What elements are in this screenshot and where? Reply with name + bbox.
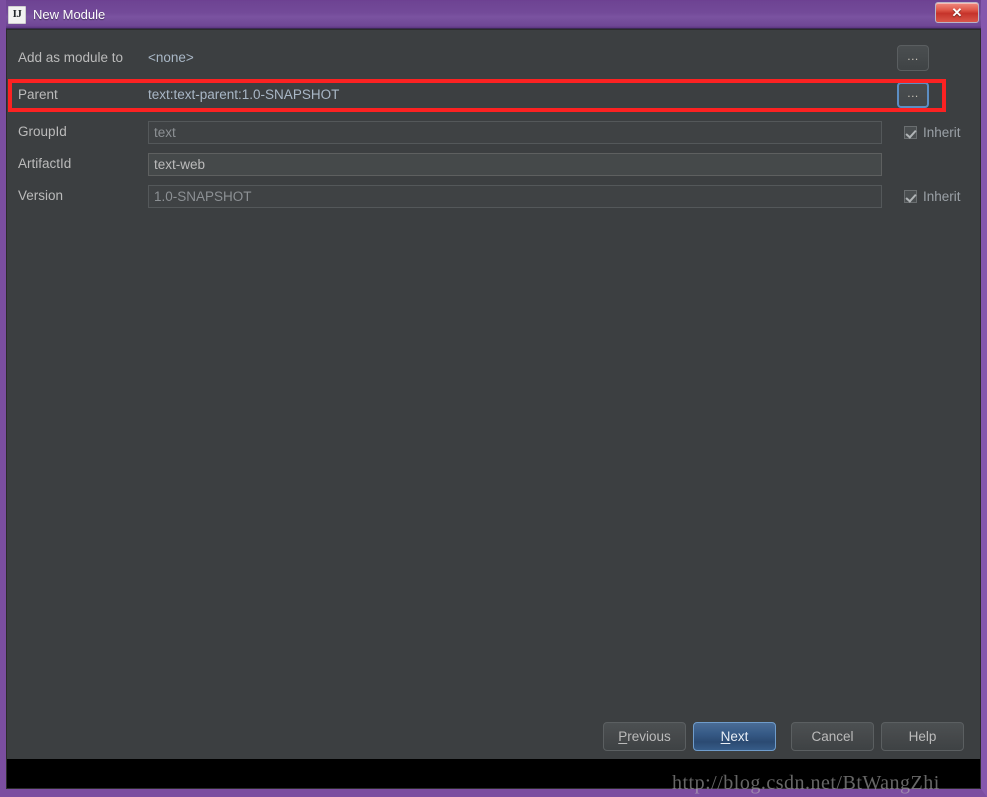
parent-value: text:text-parent:1.0-SNAPSHOT (148, 87, 340, 102)
next-button[interactable]: Next (693, 722, 776, 751)
group-id-row: GroupId text Inherit (7, 116, 980, 148)
parent-label: Parent (18, 87, 58, 102)
previous-button-label: Previous (618, 729, 671, 744)
previous-button[interactable]: Previous (603, 722, 686, 751)
dialog-content: Add as module to <none> ... Parent text:… (7, 30, 980, 759)
cancel-button[interactable]: Cancel (791, 722, 874, 751)
add-as-module-chooser-button[interactable]: ... (897, 45, 929, 71)
artifact-id-row: ArtifactId text-web (7, 148, 980, 180)
group-id-label: GroupId (18, 124, 67, 139)
version-inherit-checkbox[interactable] (904, 189, 917, 203)
version-input[interactable]: 1.0-SNAPSHOT (148, 185, 882, 208)
version-row: Version 1.0-SNAPSHOT Inherit (7, 180, 980, 212)
help-button[interactable]: Help (881, 722, 964, 751)
add-as-module-row: Add as module to <none> ... (7, 42, 980, 74)
ellipsis-icon: ... (907, 85, 919, 100)
parent-row: Parent text:text-parent:1.0-SNAPSHOT ... (7, 79, 980, 111)
next-button-label: Next (720, 729, 749, 744)
ellipsis-icon: ... (907, 48, 919, 63)
dialog-button-bar: Previous Next Cancel Help (7, 722, 980, 759)
window-title: New Module (33, 7, 106, 22)
version-inherit-group[interactable]: Inherit (904, 180, 961, 212)
add-as-module-label: Add as module to (18, 50, 124, 65)
watermark-text: http://blog.csdn.net/BtWangZhi (672, 772, 940, 794)
group-id-input[interactable]: text (148, 121, 882, 144)
cancel-button-label: Cancel (811, 729, 854, 744)
artifact-id-input[interactable]: text-web (148, 153, 882, 176)
parent-chooser-button[interactable]: ... (897, 82, 929, 108)
title-bar-left-group: IJ New Module (8, 0, 105, 29)
group-id-inherit-group[interactable]: Inherit (904, 116, 961, 148)
artifact-id-label: ArtifactId (18, 156, 72, 171)
add-as-module-value: <none> (148, 50, 194, 65)
intellij-idea-icon: IJ (8, 5, 26, 24)
help-button-label: Help (908, 729, 937, 744)
group-id-inherit-checkbox[interactable] (904, 125, 917, 139)
close-icon: ✕ (951, 5, 963, 20)
version-inherit-label: Inherit (923, 188, 961, 204)
title-bar: IJ New Module ✕ (0, 0, 987, 29)
version-label: Version (18, 188, 64, 203)
new-module-dialog-window: IJ New Module ✕ Add as module to <none> … (0, 0, 987, 797)
close-window-button[interactable]: ✕ (935, 2, 979, 23)
group-id-inherit-label: Inherit (923, 124, 961, 140)
